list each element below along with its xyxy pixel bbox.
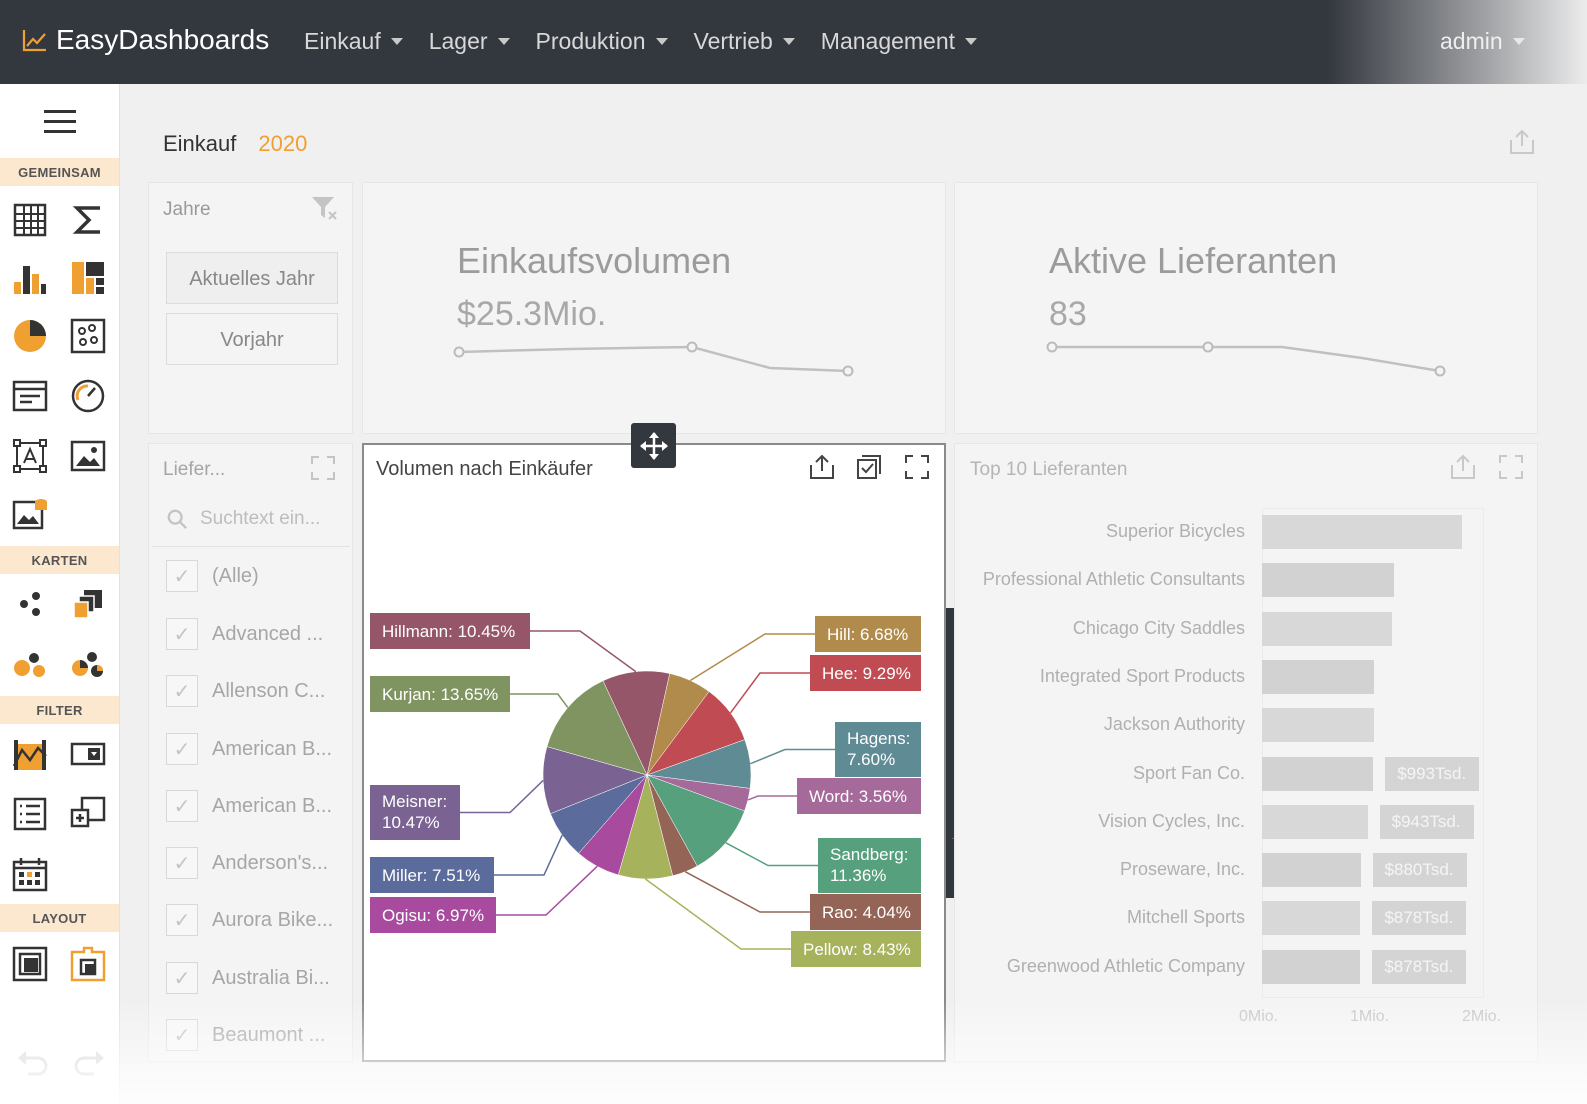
bar-category-label: Proseware, Inc.: [1119, 859, 1245, 880]
pie-data-label: Hee: 9.29%: [822, 664, 911, 683]
bar[interactable]: [1262, 901, 1361, 936]
bar-category-label: Vision Cycles, Inc.: [1098, 810, 1245, 831]
bar[interactable]: [1262, 563, 1395, 598]
export-icon[interactable]: [1449, 453, 1477, 481]
bar[interactable]: [1262, 804, 1368, 839]
bar[interactable]: [1262, 659, 1374, 694]
pie-connector: [747, 795, 797, 801]
axis-tick-label: 0Mio.: [1239, 1008, 1279, 1025]
pie-data-label: Kurjan: 13.65%: [382, 685, 498, 704]
bar-value-label: $993Tsd.: [1385, 756, 1480, 791]
bar-category-label: Integrated Sport Products: [1039, 665, 1245, 686]
bar[interactable]: [1262, 853, 1361, 888]
pie-data-label: Miller: 7.51%: [382, 866, 480, 885]
pie-connector: [729, 672, 810, 714]
bar-category-label: Superior Bicycles: [1105, 521, 1245, 541]
bar[interactable]: [1262, 756, 1374, 791]
pie-data-label: Hillmann: 10.45%: [382, 622, 515, 641]
pie-connector: [725, 842, 818, 867]
pie-connector: [684, 871, 810, 913]
bar-category-label: Mitchell Sports: [1126, 907, 1245, 928]
bar-value-label: $878Tsd.: [1372, 949, 1467, 984]
pie-connector: [750, 748, 835, 765]
bar[interactable]: [1262, 515, 1463, 549]
bar-category-label: Chicago City Saddles: [1072, 617, 1245, 638]
pie-data-label: Hill: 6.68%: [827, 625, 908, 644]
pie-data-label: Ogisu: 6.97%: [382, 906, 484, 925]
bar-category-label: Sport Fan Co.: [1132, 762, 1245, 783]
pie-connector: [510, 693, 569, 709]
bar[interactable]: [1262, 611, 1392, 646]
maximize-icon[interactable]: [1497, 453, 1525, 481]
bar-category-label: Greenwood Athletic Company: [1006, 955, 1245, 976]
pie-data-label: Pellow: 8.43%: [803, 940, 911, 959]
pie-data-label: Word: 3.56%: [809, 787, 907, 806]
bar[interactable]: [1262, 949, 1361, 984]
bar-value-label: $880Tsd.: [1372, 853, 1467, 888]
bar-value-label: $878Tsd.: [1372, 901, 1467, 936]
bar-category-label: Jackson Authority: [1103, 714, 1245, 735]
pie-connector: [530, 630, 637, 673]
pie-connector: [496, 865, 598, 916]
axis-tick-label: 2Mio.: [1462, 1008, 1502, 1025]
bar-chart-title: Top 10 Lieferanten: [970, 459, 1128, 480]
bar-value-label: $943Tsd.: [1379, 804, 1474, 839]
bar[interactable]: [1262, 708, 1374, 743]
pie-connector: [494, 834, 563, 876]
pie-data-label: Rao: 4.04%: [822, 903, 911, 922]
pie-connector: [460, 779, 544, 814]
bar-category-label: Professional Athletic Consultants: [982, 569, 1245, 590]
axis-tick-label: 1Mio.: [1350, 1008, 1390, 1025]
